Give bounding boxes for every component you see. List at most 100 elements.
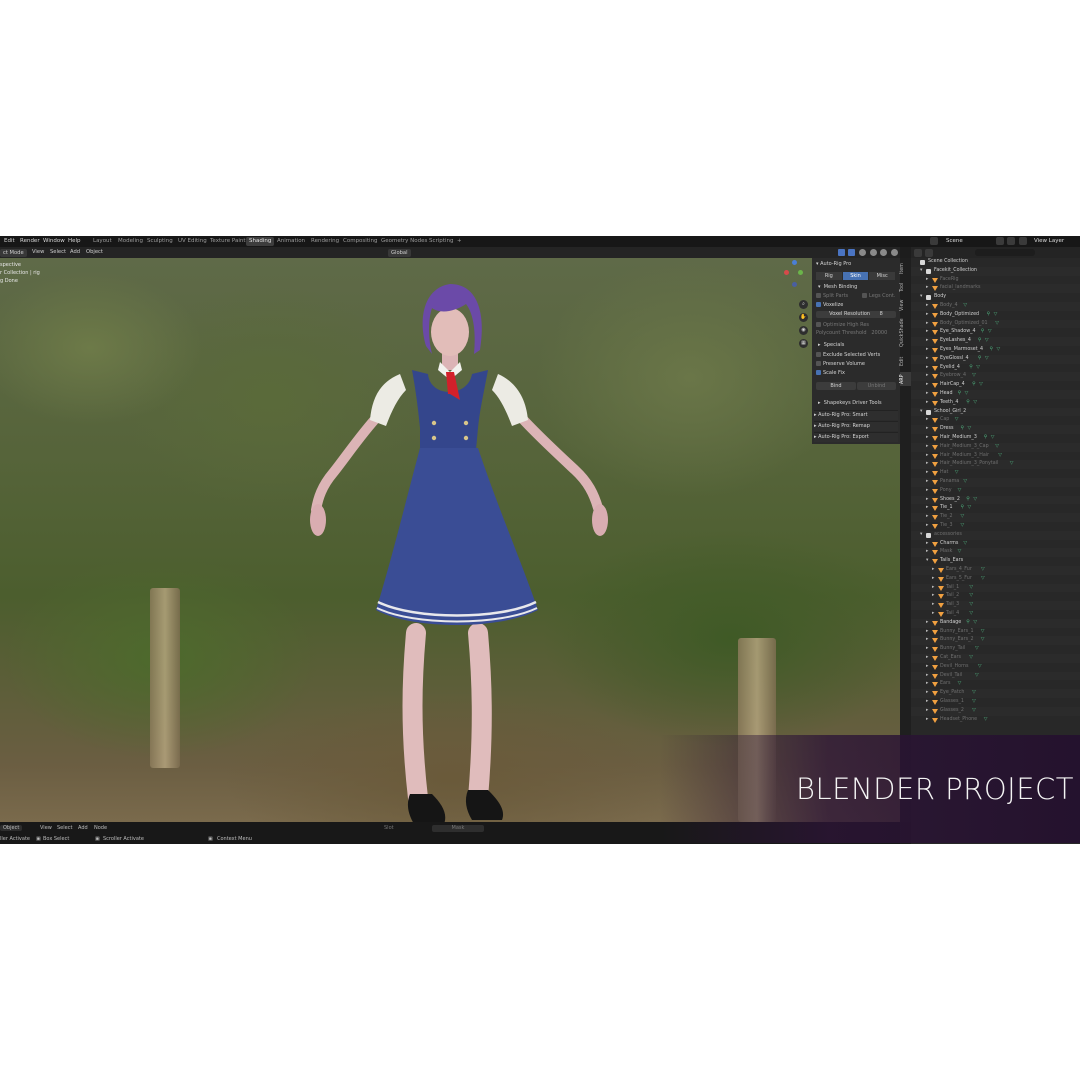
outliner-object-row[interactable]: ▸ HairCap_4 ⚲ ▽ <box>911 381 1080 390</box>
expand-right-icon[interactable]: ▸ <box>926 619 931 628</box>
view-layer-selector[interactable]: View Layer <box>1034 237 1064 246</box>
expand-right-icon[interactable]: ▸ <box>926 707 931 716</box>
expand-right-icon[interactable]: ▸ <box>926 469 931 478</box>
outliner-object-row[interactable]: ▸ Tail_4 ▽ <box>911 610 1080 619</box>
outliner-object-row[interactable]: ▸ Ears_4_Fur ▽ <box>911 566 1080 575</box>
outliner-object-row[interactable]: ▸ Bunny_Ears_1 ▽ <box>911 627 1080 637</box>
arp-export-panel[interactable]: ▸ Auto-Rig Pro: Export <box>814 432 898 442</box>
expand-right-icon[interactable]: ▸ <box>926 636 931 645</box>
expand-right-icon[interactable]: ▸ <box>926 540 931 549</box>
mode-selector[interactable]: ct Mode <box>0 248 27 257</box>
outliner-object-row[interactable]: ▸ Glasses_1 ▽ <box>911 698 1080 707</box>
menu-help[interactable]: Help <box>68 236 81 247</box>
arp-smart-panel[interactable]: ▸ Auto-Rig Pro: Smart <box>814 410 898 420</box>
outliner-object-row[interactable]: ▸ Bunny_Ears_2 ▽ <box>911 636 1080 646</box>
expand-right-icon[interactable]: ▸ <box>932 566 937 575</box>
outliner-collection-row[interactable]: ▾ Facekit_Collection <box>911 266 1080 276</box>
outliner-object-row[interactable]: ▸ Hair_Medium_3_Cap ▽ <box>911 442 1080 452</box>
scene-icon[interactable] <box>930 237 938 245</box>
unbind-button[interactable]: Unbind <box>857 382 896 390</box>
outliner-collection-row[interactable]: ▾ Body <box>911 293 1080 302</box>
menu-select-status[interactable]: Select <box>57 825 72 831</box>
expand-right-icon[interactable]: ▸ <box>926 513 931 522</box>
outliner-object-row[interactable]: ▸ Devil_Tail ▽ <box>911 671 1080 681</box>
preserve-volume-checkbox[interactable]: Preserve Volume <box>816 360 865 368</box>
outliner-object-row[interactable]: ▸ Eyebrow_4 ▽ <box>911 372 1080 382</box>
sidebar-tab-arp[interactable]: ARP <box>900 372 911 386</box>
expand-down-icon[interactable]: ▾ <box>920 267 925 276</box>
display-mode-icon[interactable] <box>914 249 922 257</box>
expand-right-icon[interactable]: ▸ <box>926 460 931 469</box>
expand-right-icon[interactable]: ▸ <box>926 399 931 408</box>
menu-object[interactable]: Object <box>86 247 103 258</box>
expand-right-icon[interactable]: ▸ <box>926 716 931 725</box>
expand-right-icon[interactable]: ▸ <box>932 575 937 584</box>
menu-view-status[interactable]: View <box>40 825 52 831</box>
tab-animation[interactable]: Animation <box>274 237 308 246</box>
outliner-object-row[interactable]: ▸ Mask ▽ <box>911 548 1080 558</box>
expand-right-icon[interactable]: ▸ <box>932 592 937 601</box>
expand-right-icon[interactable]: ▸ <box>926 346 931 355</box>
expand-right-icon[interactable]: ▸ <box>926 698 931 707</box>
tab-uv-editing[interactable]: UV Editing <box>175 237 210 246</box>
expand-right-icon[interactable]: ▸ <box>926 628 931 637</box>
tab-sculpting[interactable]: Sculpting <box>144 237 176 246</box>
outliner-object-row[interactable]: ▸ Tail_3 ▽ <box>911 601 1080 610</box>
expand-right-icon[interactable]: ▸ <box>926 548 931 557</box>
arp-remap-panel[interactable]: ▸ Auto-Rig Pro: Remap <box>814 421 898 431</box>
expand-right-icon[interactable]: ▸ <box>926 381 931 390</box>
outliner-collection-row[interactable]: ▾ School_Girl_2 <box>911 407 1080 417</box>
outliner-object-row[interactable]: ▸ Eyes_Marmoset_4 ⚲ ▽ <box>911 346 1080 355</box>
shapekeys-driver-tools-section[interactable]: ▸ Shapekeys Driver Tools <box>818 399 882 407</box>
expand-right-icon[interactable]: ▸ <box>926 337 931 346</box>
expand-right-icon[interactable]: ▸ <box>926 478 931 487</box>
outliner-object-row[interactable]: ▸ Devil_Horns ▽ <box>911 662 1080 672</box>
exclude-selected-checkbox[interactable]: Exclude Selected Verts <box>816 351 880 359</box>
solid-shading-icon[interactable] <box>869 249 877 256</box>
expand-right-icon[interactable]: ▸ <box>926 328 931 337</box>
outliner-object-row[interactable]: ▸ Bandage ⚲ ▽ <box>911 618 1080 628</box>
outliner-object-row[interactable]: ▸ facial_landmarks <box>911 284 1080 294</box>
expand-down-icon[interactable]: ▾ <box>920 531 925 540</box>
material-shading-icon[interactable] <box>880 249 888 256</box>
outliner-object-row[interactable]: ▸ FaceRig <box>911 275 1080 285</box>
outliner-object-row[interactable]: ▸ EyeLashes_4 ⚲ ▽ <box>911 337 1080 346</box>
tab-shading[interactable]: Shading <box>246 237 275 246</box>
menu-view[interactable]: View <box>32 247 44 258</box>
outliner-collection-row[interactable]: ▾ accessories <box>911 530 1080 540</box>
scale-fix-checkbox[interactable]: Scale Fix <box>816 369 845 377</box>
outliner-object-row[interactable]: ▸ Ears ▽ <box>911 680 1080 690</box>
expand-right-icon[interactable]: ▸ <box>926 364 931 373</box>
outliner-object-row[interactable]: ▸ Hat ▽ <box>911 469 1080 478</box>
expand-right-icon[interactable]: ▸ <box>926 443 931 452</box>
expand-right-icon[interactable]: ▸ <box>926 452 931 461</box>
rendered-shading-icon[interactable] <box>891 249 898 256</box>
overlay-icon[interactable] <box>837 249 845 256</box>
legs-cont-checkbox[interactable]: Legs Cont. <box>862 292 895 300</box>
add-workspace-button[interactable]: + <box>454 237 465 246</box>
polycount-threshold-field[interactable]: Polycount Threshold 20000 <box>816 329 887 337</box>
slot-selector[interactable]: Slot <box>384 825 394 831</box>
tab-compositing[interactable]: Compositing <box>340 237 380 246</box>
outliner-object-row[interactable]: ▸ Eye_Patch ▽ <box>911 689 1080 698</box>
outliner-object-row[interactable]: ▸ Body_Optimized ⚲ ▽ <box>911 310 1080 320</box>
outliner-object-row[interactable]: ▸ Tie_3 ▽ <box>911 522 1080 531</box>
menu-select[interactable]: Select <box>50 247 66 258</box>
outliner-object-row[interactable]: ▸ Bunny_Tail ▽ <box>911 645 1080 654</box>
outliner-object-row[interactable]: ▸ Body_Optimized_01 ▽ <box>911 319 1080 329</box>
tab-rendering[interactable]: Rendering <box>308 237 342 246</box>
outliner-object-row[interactable]: ▸ Cat_Ears ▽ <box>911 654 1080 663</box>
wireframe-shading-icon[interactable] <box>859 249 867 256</box>
outliner-search-input[interactable] <box>975 249 1035 256</box>
menu-add[interactable]: Add <box>70 247 80 258</box>
expand-down-icon[interactable]: ▾ <box>920 408 925 417</box>
expand-down-icon[interactable]: ▾ <box>926 557 931 566</box>
outliner-object-row[interactable]: ▸ Cap ▽ <box>911 416 1080 426</box>
outliner-object-row[interactable]: ▸ Glasses_2 ▽ <box>911 706 1080 716</box>
expand-right-icon[interactable]: ▸ <box>926 355 931 364</box>
tab-scripting[interactable]: Scripting <box>426 237 456 246</box>
scene-selector[interactable]: Scene <box>946 237 963 246</box>
expand-right-icon[interactable]: ▸ <box>926 425 931 434</box>
outliner-object-row[interactable]: ▸ Panama ▽ <box>911 478 1080 487</box>
outliner-object-row[interactable]: ▸ Head ⚲ ▽ <box>911 390 1080 399</box>
